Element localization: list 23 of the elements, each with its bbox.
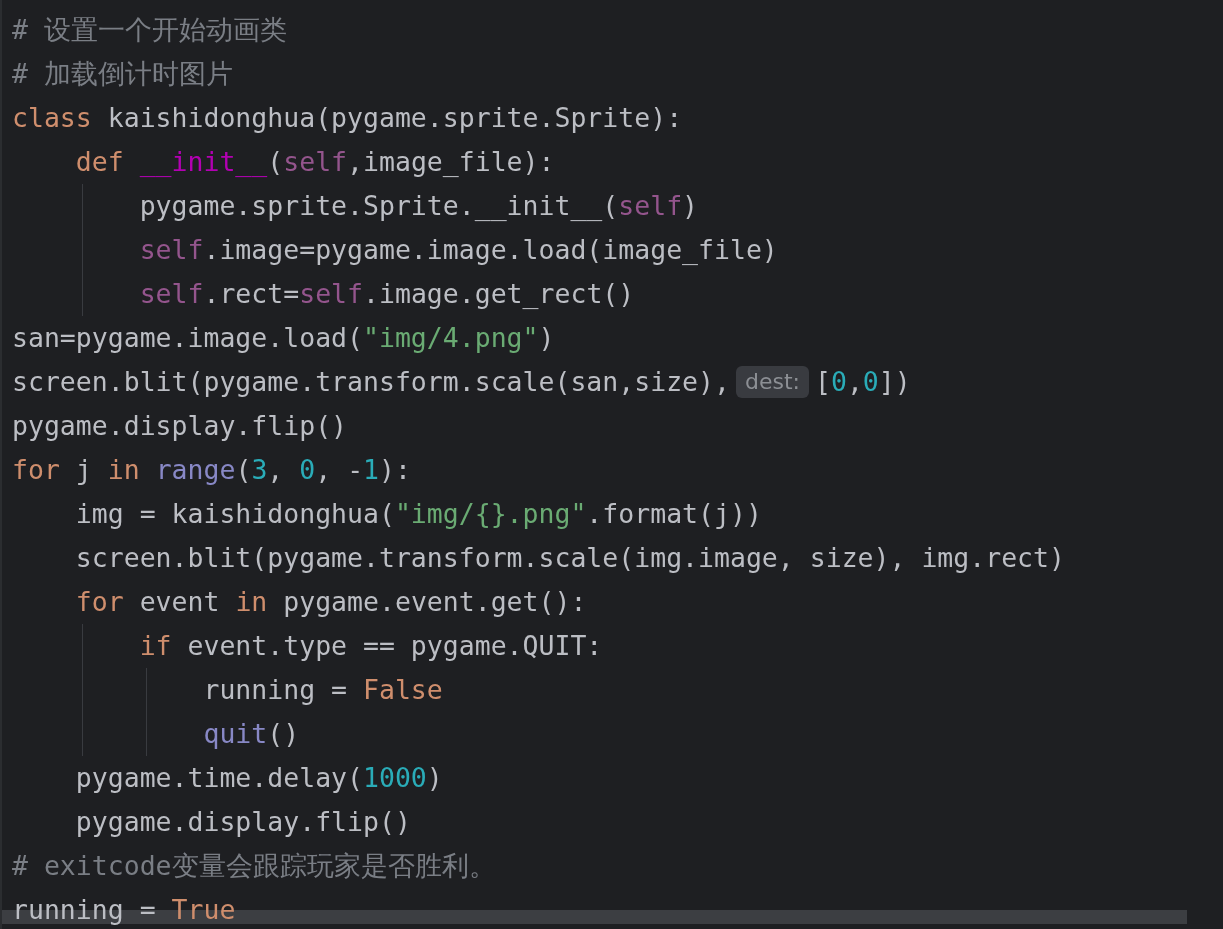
inlay-hint: dest:: [735, 366, 809, 398]
code-line: pygame.display.flip(): [74, 805, 411, 839]
code-line: for j in range(3, 0, -1):: [12, 453, 411, 487]
code-line: quit(): [202, 717, 300, 751]
code-line: san=pygame.image.load("img/4.png"): [12, 321, 555, 355]
code-line: # exitcode变量会跟踪玩家是否胜利。: [12, 849, 496, 883]
code-line: pygame.sprite.Sprite.__init__(self): [138, 189, 699, 223]
code-line: img = kaishidonghua("img/{}.png".format(j)): [74, 497, 762, 531]
code-line: for event in pygame.event.get():: [74, 585, 587, 619]
code-line: def __init__(self,image_file):: [74, 145, 555, 179]
code-line: if event.type == pygame.QUIT:: [138, 629, 603, 663]
code-line: screen.blit(pygame.transform.scale(img.image, size), img.rect): [74, 541, 1065, 575]
code-line: pygame.display.flip(): [12, 409, 348, 443]
code-line: self.image=pygame.image.load(image_file): [138, 233, 778, 267]
code-line: self.rect=self.image.get_rect(): [138, 277, 635, 311]
code-line: # 设置一个开始动画类: [12, 13, 287, 47]
code-line: pygame.time.delay(1000): [74, 761, 443, 795]
code-line: running = False: [202, 673, 443, 707]
code-line: screen.blit(pygame.transform.scale(san,size),: [12, 365, 730, 399]
code-line: # 加载倒计时图片: [12, 57, 233, 91]
code-line: class kaishidonghua(pygame.sprite.Sprite):: [12, 101, 683, 135]
code-line: [0,0]): [814, 365, 911, 399]
code-line: running = True: [12, 893, 236, 927]
